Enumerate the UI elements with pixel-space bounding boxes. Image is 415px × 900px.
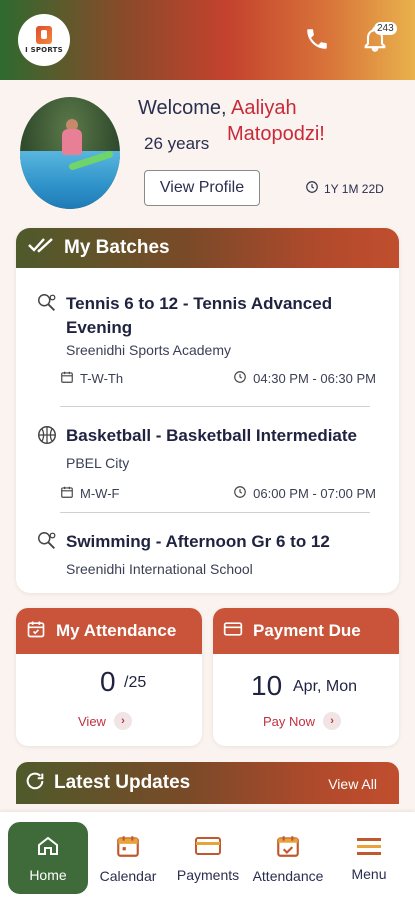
batch-location: PBEL City: [66, 455, 130, 471]
calendar-check-icon: [26, 619, 46, 644]
view-all-link[interactable]: View All: [328, 776, 377, 792]
view-profile-button[interactable]: View Profile: [144, 170, 260, 206]
app-logo[interactable]: I SPORTS: [18, 14, 70, 66]
first-name: Aaliyah: [231, 97, 297, 119]
my-attendance-card[interactable]: My Attendance 0 /25 View ›: [16, 608, 202, 746]
pay-now-link[interactable]: Pay Now ›: [263, 712, 342, 730]
card-icon: [223, 619, 243, 644]
notification-badge: 243: [374, 22, 397, 35]
nav-menu[interactable]: Menu: [338, 822, 400, 894]
batch-title: Basketball - Basketball Intermediate: [66, 426, 358, 445]
latest-updates-title: Latest Updates: [54, 772, 191, 793]
payment-card-icon: [194, 834, 222, 861]
attendance-view-link[interactable]: View ›: [78, 712, 132, 730]
app-header: I SPORTS 243: [0, 0, 415, 80]
refresh-icon: [24, 770, 46, 797]
batch-location: Sreenidhi International School: [66, 561, 253, 577]
latest-updates-header: Latest Updates View All: [16, 762, 399, 804]
payment-due-day: 10: [251, 670, 283, 701]
clock-icon: [233, 370, 247, 387]
attendance-count: 0: [100, 666, 116, 697]
home-icon: [36, 834, 60, 861]
nav-attendance[interactable]: Attendance: [248, 822, 328, 894]
tennis-icon: [36, 292, 58, 340]
avatar[interactable]: [20, 97, 120, 209]
batch-title: Tennis 6 to 12 - Tennis Advanced Evening: [66, 294, 333, 337]
phone-icon[interactable]: [300, 22, 334, 56]
clock-icon: [233, 485, 247, 502]
age-text: 26 years: [144, 134, 210, 153]
basketball-icon: [36, 424, 58, 453]
bottom-nav: Home Calendar Payments Attendance Menu: [0, 812, 415, 900]
attendance-icon: [275, 833, 301, 862]
chevron-right-icon: ›: [113, 712, 132, 730]
divider: [60, 512, 370, 513]
attendance-total: /25: [124, 674, 147, 691]
my-batches-header: My Batches: [16, 228, 399, 268]
nav-calendar[interactable]: Calendar: [94, 822, 162, 894]
batch-item-basketball[interactable]: Basketball - Basketball Intermediate PBE…: [36, 424, 376, 502]
history-icon: [305, 180, 319, 197]
batch-time: 06:00 PM - 07:00 PM: [253, 486, 376, 501]
swimming-icon: [36, 530, 58, 559]
calendar-icon: [60, 485, 74, 502]
batch-title: Swimming - Afternoon Gr 6 to 12: [66, 532, 330, 551]
chevron-right-icon: ›: [323, 712, 342, 730]
batch-days: M-W-F: [80, 486, 120, 501]
logo-mark-icon: [36, 26, 52, 44]
nav-payments[interactable]: Payments: [172, 822, 244, 894]
calendar-icon: [115, 833, 141, 862]
divider: [60, 406, 370, 407]
hamburger-menu-icon: [355, 835, 383, 860]
membership-duration: 1Y 1M 22D: [305, 180, 384, 197]
double-check-icon: [28, 236, 54, 260]
batch-time: 04:30 PM - 06:30 PM: [253, 371, 376, 386]
logo-text: I SPORTS: [25, 46, 63, 54]
nav-home[interactable]: Home: [8, 822, 88, 894]
my-attendance-header: My Attendance: [16, 608, 202, 654]
batch-days: T-W-Th: [80, 371, 124, 386]
welcome-text: Welcome, Aaliyah: [138, 97, 297, 119]
payment-due-card[interactable]: Payment Due 10 Apr, Mon Pay Now ›: [213, 608, 399, 746]
my-batches-card: My Batches Tennis 6 to 12 - Tennis Advan…: [16, 228, 399, 593]
batch-item-tennis[interactable]: Tennis 6 to 12 - Tennis Advanced Evening…: [36, 292, 376, 387]
last-name: Matopodzi!: [227, 123, 325, 145]
calendar-icon: [60, 370, 74, 387]
batch-location: Sreenidhi Sports Academy: [66, 342, 231, 358]
payment-due-header: Payment Due: [213, 608, 399, 654]
batch-item-swimming[interactable]: Swimming - Afternoon Gr 6 to 12 Sreenidh…: [36, 530, 376, 577]
payment-due-date: Apr, Mon: [293, 678, 358, 695]
